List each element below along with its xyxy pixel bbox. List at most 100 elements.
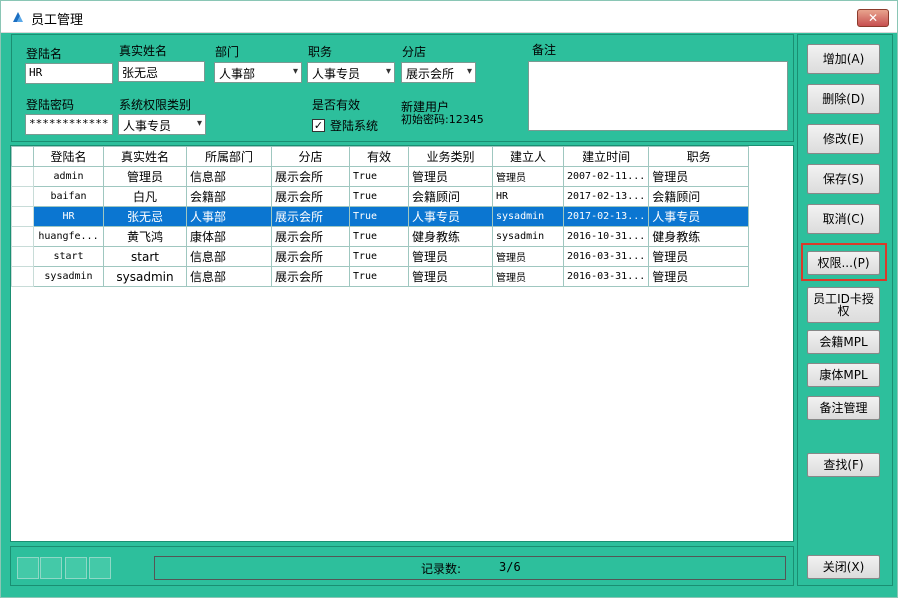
table-cell: 2017-02-13... — [562, 186, 650, 207]
column-header[interactable]: 建立人 — [492, 146, 564, 167]
row-indicator[interactable] — [11, 206, 34, 227]
table-row[interactable]: baifan 白凡 会籍部 展示会所 True 会籍顾问 HR 2017-02-13... 会籍… — [11, 186, 750, 207]
modify-button[interactable]: 修改(E) — [807, 124, 880, 154]
table-cell: 黄飞鸿 — [103, 226, 187, 247]
table-cell: 展示会所 — [271, 266, 350, 287]
column-header[interactable]: 业务类别 — [408, 146, 493, 167]
table-cell: 管理员 — [408, 246, 493, 267]
table-row[interactable]: admin 管理员 信息部 展示会所 True 管理员 管理员 2007-02-11... 管理… — [11, 166, 750, 187]
column-header[interactable]: 职务 — [648, 146, 750, 167]
column-header[interactable]: 建立时间 — [562, 146, 650, 167]
close-button[interactable]: 关闭(X) — [807, 555, 880, 579]
table-cell: 康体部 — [186, 226, 272, 247]
perm-type-select-value: 人事专员 — [123, 119, 172, 133]
table-cell: 白凡 — [103, 186, 187, 207]
find-button[interactable]: 查找(F) — [807, 453, 880, 477]
window-title: 员工管理 — [31, 13, 84, 28]
permission-button[interactable]: 权限...(P) — [807, 251, 880, 275]
table-cell: HR — [33, 206, 104, 227]
table-row[interactable]: huangfe... 黄飞鸿 康体部 展示会所 True 健身教练 sysadmin 2016… — [11, 226, 750, 247]
table-cell: True — [349, 166, 409, 187]
table-cell: 展示会所 — [271, 246, 350, 267]
fitness-mpl-button[interactable]: 康体MPL — [807, 363, 880, 387]
login-name-input[interactable]: HR — [25, 63, 113, 84]
table-cell: 管理员 — [103, 166, 187, 187]
table-cell: 健身教练 — [408, 226, 493, 247]
perm-type-select[interactable]: 人事专员 ▾ — [118, 114, 206, 135]
record-count-label: 记录数: — [421, 562, 462, 576]
chevron-down-icon: ▾ — [385, 66, 391, 77]
login-system-checkbox[interactable]: ✓ — [312, 119, 325, 132]
table-cell: 2007-02-11... — [562, 166, 650, 187]
card-auth-button[interactable]: 员工ID卡授权 — [807, 287, 880, 323]
status-bar: 记录数: 3/6 — [10, 546, 794, 586]
initial-password-label: 初始密码:12345 — [401, 113, 484, 126]
row-indicator[interactable] — [11, 226, 34, 247]
row-indicator[interactable] — [11, 186, 34, 207]
table-cell: 人事部 — [186, 206, 272, 227]
cancel-button[interactable]: 取消(C) — [807, 204, 880, 234]
row-indicator[interactable] — [11, 246, 34, 267]
branch-select-value: 展示会所 — [406, 67, 455, 81]
table-cell: 会籍顾问 — [408, 186, 493, 207]
status-cell — [65, 557, 87, 579]
column-header[interactable]: 所属部门 — [186, 146, 272, 167]
table-row[interactable]: start start 信息部 展示会所 True 管理员 管理员 2016-03-31...… — [11, 246, 750, 267]
save-button[interactable]: 保存(S) — [807, 164, 880, 194]
table-cell: 会籍顾问 — [648, 186, 750, 207]
row-indicator[interactable] — [11, 266, 34, 287]
table-cell: 2016-10-31... — [562, 226, 650, 247]
table-cell: 管理员 — [408, 166, 493, 187]
table-cell: baifan — [33, 186, 104, 207]
table-cell: sysadmin — [492, 226, 564, 247]
status-cell — [17, 557, 39, 579]
status-cell — [40, 557, 62, 579]
row-indicator-header — [11, 146, 34, 167]
table-row[interactable]: HR 张无忌 人事部 展示会所 True 人事专员 sysadmin 2017-02-13..… — [11, 206, 750, 227]
add-button[interactable]: 增加(A) — [807, 44, 880, 74]
table-cell: 管理员 — [492, 166, 564, 187]
position-select-value: 人事专员 — [312, 67, 361, 81]
record-count-bar: 记录数: 3/6 — [154, 556, 786, 580]
employee-management-window: 员工管理 ✕ 登陆名 HR 真实姓名 张无忌 部门 人事部 ▾ 职务 人事专员 … — [0, 0, 898, 598]
branch-select[interactable]: 展示会所 ▾ — [401, 62, 476, 83]
column-header[interactable]: 有效 — [349, 146, 409, 167]
record-count-value: 3/6 — [499, 560, 521, 574]
status-cell — [89, 557, 111, 579]
table-cell: True — [349, 206, 409, 227]
table-cell: 管理员 — [648, 166, 750, 187]
table-cell: True — [349, 186, 409, 207]
table-cell: sysadmin — [33, 266, 104, 287]
table-cell: 管理员 — [648, 246, 750, 267]
table-cell: start — [103, 246, 187, 267]
branch-label: 分店 — [402, 45, 427, 59]
table-cell: 展示会所 — [271, 226, 350, 247]
table-cell: 人事专员 — [648, 206, 750, 227]
real-name-input[interactable]: 张无忌 — [118, 61, 205, 82]
table-cell: 健身教练 — [648, 226, 750, 247]
memo-textarea[interactable] — [528, 61, 788, 131]
table-cell: 管理员 — [408, 266, 493, 287]
close-window-button[interactable]: ✕ — [857, 9, 889, 27]
table-cell: True — [349, 246, 409, 267]
title-bar: 员工管理 ✕ — [1, 1, 897, 33]
column-header[interactable]: 分店 — [271, 146, 350, 167]
table-row[interactable]: sysadmin sysadmin 信息部 展示会所 True 管理员 管理员 2016-03… — [11, 266, 750, 287]
column-header[interactable]: 真实姓名 — [103, 146, 187, 167]
employee-table: 登陆名 真实姓名 所属部门 分店 有效 业务类别 建立人 建立时间 职务 adm… — [11, 146, 750, 287]
password-input[interactable]: ************ — [25, 114, 113, 135]
position-label: 职务 — [308, 45, 333, 59]
delete-button[interactable]: 删除(D) — [807, 84, 880, 114]
dept-select[interactable]: 人事部 ▾ — [214, 62, 302, 83]
dept-select-value: 人事部 — [219, 67, 256, 81]
employee-form: 登陆名 HR 真实姓名 张无忌 部门 人事部 ▾ 职务 人事专员 ▾ 分店 展示… — [11, 34, 794, 142]
perm-type-label: 系统权限类别 — [119, 98, 192, 112]
table-cell: 管理员 — [492, 246, 564, 267]
position-select[interactable]: 人事专员 ▾ — [307, 62, 395, 83]
column-header[interactable]: 登陆名 — [33, 146, 104, 167]
memo-manage-button[interactable]: 备注管理 — [807, 396, 880, 420]
table-cell: 信息部 — [186, 266, 272, 287]
membership-mpl-button[interactable]: 会籍MPL — [807, 330, 880, 354]
row-indicator[interactable] — [11, 166, 34, 187]
employee-grid: 登陆名 真实姓名 所属部门 分店 有效 业务类别 建立人 建立时间 职务 adm… — [10, 145, 794, 542]
